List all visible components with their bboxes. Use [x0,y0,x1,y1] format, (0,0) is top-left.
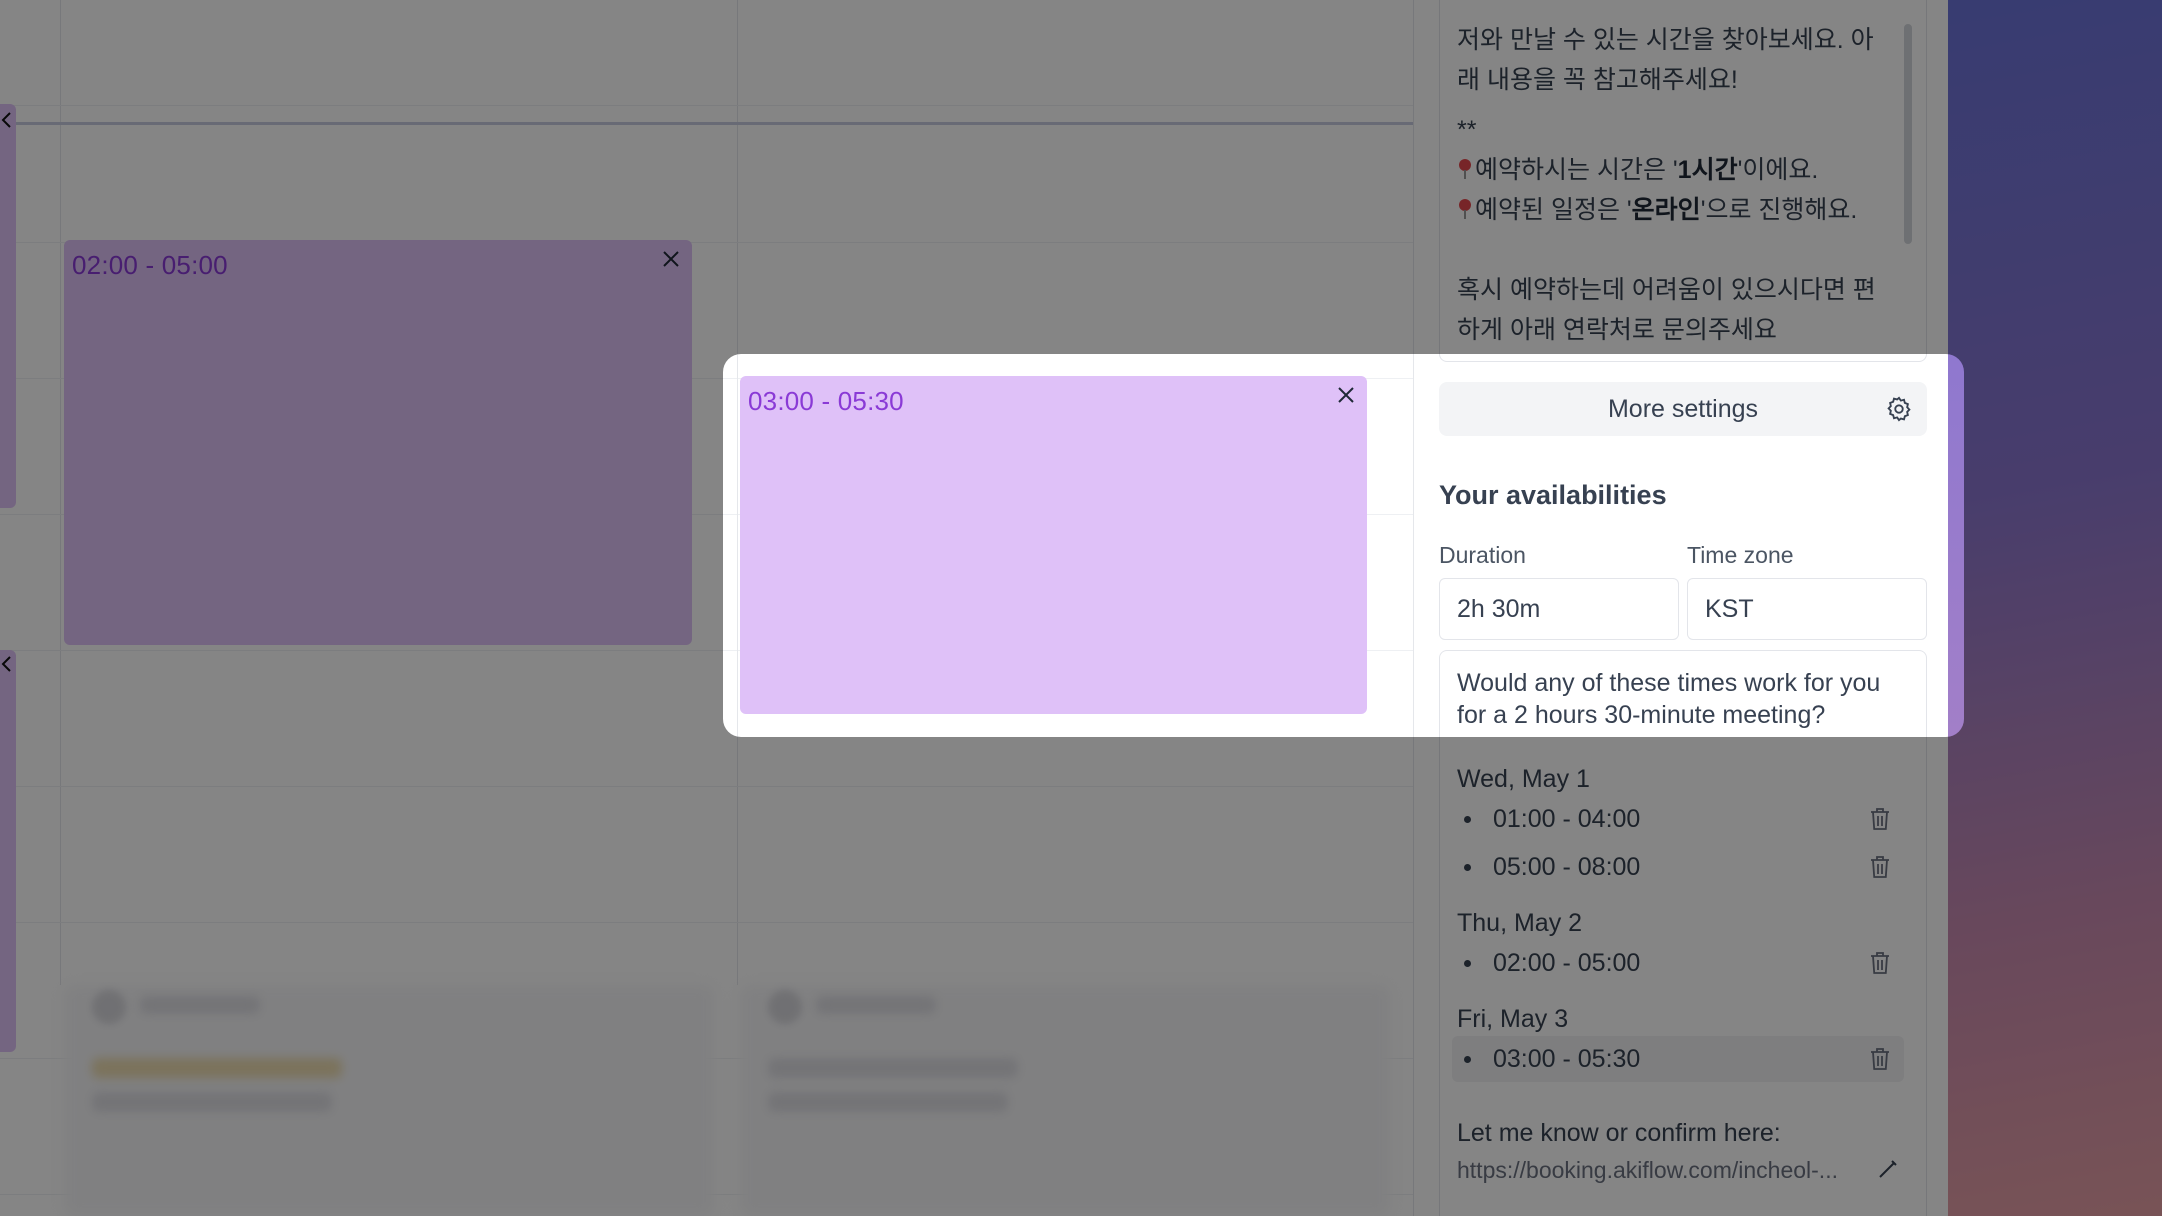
day-column-divider [737,354,738,737]
availability-panel-highlight: More settings Your availabilities Durati… [1413,354,1948,737]
timezone-field[interactable]: KST [1687,578,1927,640]
message-intro: Would any of these times work for you fo… [1457,669,1881,729]
more-settings-label: More settings [1607,394,1759,423]
duration-label: Duration [1439,542,1526,568]
background-gradient [1948,354,1964,737]
gear-icon [1887,396,1911,422]
event-time: 03:00 - 05:30 [748,386,904,416]
section-title: Your availabilities [1439,480,1667,510]
close-icon[interactable] [1333,382,1359,408]
timezone-label: Time zone [1687,542,1794,568]
calendar-event-selected[interactable]: 03:00 - 05:30 [740,376,1367,714]
duration-field[interactable]: 2h 30m [1439,578,1679,640]
onboarding-spotlight: 03:00 - 05:30 More settings Your availab… [723,354,1964,737]
calendar-grid-highlight: 03:00 - 05:30 [723,354,1413,737]
more-settings-button[interactable]: More settings [1439,382,1927,436]
